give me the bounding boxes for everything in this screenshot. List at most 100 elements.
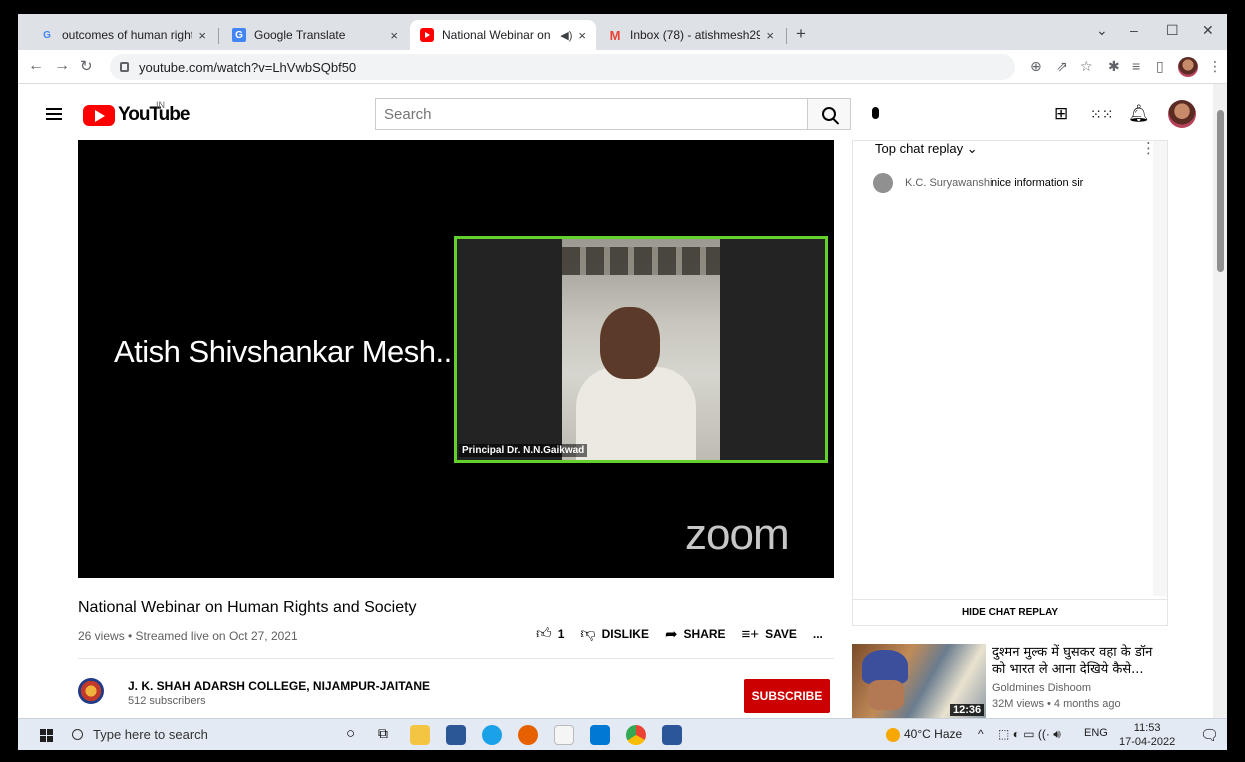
close-window-button[interactable]: ✕ [1202,22,1214,39]
channel-avatar[interactable] [78,678,104,704]
reading-list-icon[interactable]: ≡ [1132,58,1140,74]
share-button[interactable]: ➦ SHARE [665,625,726,643]
gmail-icon: M [609,27,621,43]
dislike-label: DISLIKE [601,627,649,641]
firefox-icon[interactable] [518,725,538,745]
dislike-button[interactable]: 👎︎ DISLIKE [580,625,649,643]
recommended-channel[interactable]: Goldmines Dishoom [992,682,1091,694]
omnibox[interactable]: youtube.com/watch?v=LhVwbSQbf50 [110,54,1015,80]
file-explorer-icon[interactable] [410,725,430,745]
bookmark-star-icon[interactable]: ☆ [1080,58,1093,75]
tab-close-icon[interactable]: × [766,28,774,43]
tab-title: National Webinar on Human [442,28,554,42]
wall-portraits [562,247,720,275]
windows-start-icon[interactable] [40,729,53,742]
tab-title: Inbox (78) - atishmesh29@gmail [630,28,761,42]
maximize-button[interactable]: ☐ [1166,22,1179,39]
cortana-icon[interactable]: ○ [346,725,355,742]
share-icon[interactable]: ⇗ [1056,58,1068,75]
recommended-meta: 32M views • 4 months ago [992,698,1121,710]
forward-arrow-icon[interactable]: → [54,57,70,75]
like-button[interactable]: 👍︎ 1 [536,625,564,643]
tab-close-icon[interactable]: × [390,28,398,43]
tab-close-icon[interactable]: × [578,28,586,43]
word-icon[interactable] [662,725,682,745]
new-tab-button[interactable]: + [796,24,806,44]
youtube-wordmark[interactable]: YouTube [118,104,190,126]
reload-icon[interactable]: ↻ [80,57,93,75]
windows-taskbar: Type here to search ○ ⧉ 40°C Haze ^ ⬚ ◐ … [18,718,1227,750]
mail-icon[interactable] [590,725,610,745]
chrome-icon[interactable] [626,725,646,745]
subscribe-button[interactable]: SUBSCRIBE [744,679,830,713]
search-icon [822,107,836,121]
chat-scrollbar[interactable] [1153,141,1167,596]
youtube-header: YouTube IN ⊞ ⁙⁙ 🔔︎ [18,84,1227,140]
edge-icon[interactable] [482,725,502,745]
chat-author-avatar [873,173,893,193]
weather-text[interactable]: 40°C Haze [904,727,962,741]
voice-search-icon[interactable] [864,102,886,124]
menu-dots-icon[interactable]: ⋮ [1208,58,1222,75]
tray-chevron-icon[interactable]: ^ [978,727,984,741]
tab-google-translate[interactable]: G Google Translate × [222,20,408,50]
extensions-icon[interactable]: ✱ [1108,58,1120,75]
account-avatar[interactable] [1168,100,1196,128]
weather-sun-icon[interactable] [886,728,900,742]
recommended-thumbnail[interactable]: 12:36 [852,644,986,719]
taskbar-clock[interactable]: 11:53 17-04-2022 [1119,721,1175,749]
clock-date: 17-04-2022 [1119,736,1176,748]
youtube-logo-icon[interactable] [83,105,115,126]
chat-header[interactable]: Top chat replay ⌄ [875,141,978,157]
audio-playing-icon[interactable]: ◀) [560,29,572,42]
taskbar-search[interactable]: Type here to search [68,721,333,748]
tab-close-icon[interactable]: × [198,28,206,43]
search-button[interactable] [807,98,851,130]
amazon-icon[interactable] [554,725,574,745]
store-icon[interactable] [446,725,466,745]
country-code: IN [156,100,165,110]
save-button[interactable]: ≡+ SAVE [742,626,797,643]
video-meta: 26 views • Streamed live on Oct 27, 2021 [78,629,298,643]
recommended-title[interactable]: दुश्मन मुल्क में घुसकर वहा के डॉन को भार… [992,644,1168,678]
tab-national-webinar[interactable]: National Webinar on Human ◀) × [410,20,596,50]
screen: G outcomes of human rights webin × G Goo… [18,14,1227,750]
speaker-shirt [576,367,696,460]
task-view-icon[interactable]: ⧉ [378,725,388,742]
back-arrow-icon[interactable]: ← [28,57,44,75]
language-indicator[interactable]: ENG [1084,727,1108,739]
side-panel-icon[interactable]: ▯ [1156,58,1164,75]
scrollbar-thumb[interactable] [1217,110,1224,272]
speaker-tile: Principal Dr. N.N.Gaikwad [454,236,828,463]
hide-chat-replay-button[interactable]: HIDE CHAT REPLAY [852,600,1168,626]
apps-grid-icon[interactable]: ⁙⁙ [1090,106,1113,123]
tab-separator [786,28,787,44]
profile-avatar[interactable] [1178,57,1198,77]
install-app-icon[interactable]: ⊕ [1030,58,1042,75]
google-translate-icon: G [232,28,246,42]
tray-icons[interactable]: ⬚ ◐ ▭ ((· 🔊︎ [998,727,1061,742]
like-count: 1 [557,627,565,641]
tab-separator [218,28,219,44]
thumbs-up-icon: 👍︎ [536,625,552,642]
notification-center-icon[interactable]: 🗨︎ [1200,726,1219,744]
thumbnail-face [868,680,904,710]
tab-title: Google Translate [254,28,346,42]
search-input[interactable] [375,98,807,130]
video-player[interactable]: Atish Shivshankar Mesh... Principal Dr. … [78,140,834,578]
tab-outcomes[interactable]: G outcomes of human rights webin × [30,20,216,50]
zoom-watermark: zoom [685,510,790,559]
chat-author: K.C. Suryawanshi [905,177,993,189]
thumbnail-figure [862,650,908,684]
channel-name[interactable]: J. K. SHAH ADARSH COLLEGE, NIJAMPUR-JAIT… [128,679,430,693]
participant-name: Atish Shivshankar Mesh... [114,334,460,369]
minimize-button[interactable]: – [1130,22,1138,38]
clock-time: 11:53 [1133,722,1161,734]
notifications-bell-icon[interactable]: 🔔︎ [1128,104,1150,124]
create-video-icon[interactable]: ⊞ [1054,104,1068,124]
tab-search-button[interactable]: ⌄ [1096,22,1108,39]
share-label: SHARE [683,627,726,641]
tab-gmail-inbox[interactable]: M Inbox (78) - atishmesh29@gmail × [598,20,784,50]
hamburger-menu-icon[interactable] [46,108,62,120]
more-actions-button[interactable]: ... [813,627,823,641]
